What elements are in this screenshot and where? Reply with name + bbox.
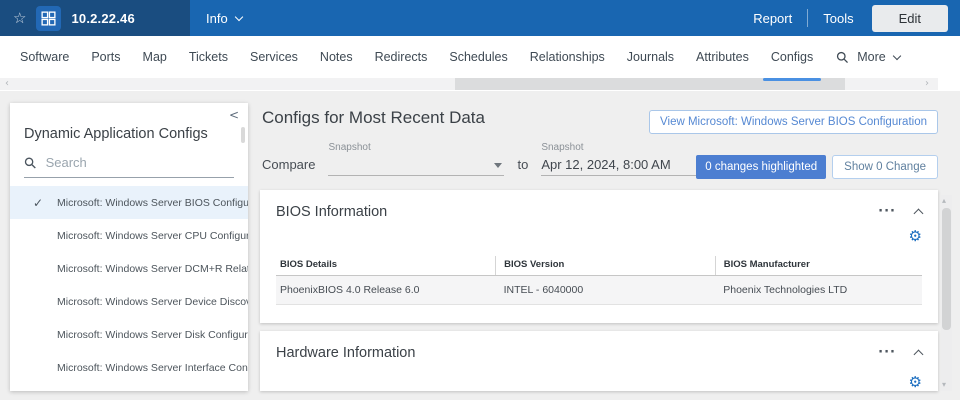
snapshot-from-field-label: Snapshot [328,142,371,153]
config-list: ✓ Microsoft: Windows Server BIOS Configu… [10,186,248,391]
sidebar-title: Dynamic Application Configs [24,126,208,142]
column-header: BIOS Manufacturer [714,256,922,276]
windows-logo-icon [36,5,62,31]
sidebar-item-label: Microsoft: Windows Server DCM+R Relati [57,262,248,275]
snapshot-to-value: Apr 12, 2024, 8:00 AM [541,157,671,172]
check-icon: ✓ [33,195,44,210]
tab-configs[interactable]: Configs [760,36,824,81]
sidebar-item-interface-configuration[interactable]: Microsoft: Windows Server Interface Conf [10,351,248,384]
tab-redirects[interactable]: Redirects [364,36,439,78]
page-title: Configs for Most Recent Data [262,108,485,127]
sidebar-item-device-discovery[interactable]: Microsoft: Windows Server Device Discove [10,285,248,318]
favorite-star-icon[interactable]: ☆ [13,10,26,26]
sidebar-item-label: Microsoft: Windows Server BIOS Configur [57,196,248,209]
tab-relationships[interactable]: Relationships [519,36,616,78]
device-ip: 10.2.22.46 [71,10,135,26]
collapse-up-icon[interactable] [913,349,924,360]
dynamic-app-configs-panel: < Dynamic Application Configs ✓ Microsof… [10,103,248,391]
tab-attributes[interactable]: Attributes [685,36,760,78]
top-bar-actions: Info Report Tools Edit [190,0,960,36]
scroll-right-icon[interactable]: › [925,78,929,90]
more-label: More [857,50,886,64]
bios-details-cell: PhoenixBIOS 4.0 Release 6.0 [276,275,496,305]
more-dropdown[interactable]: More [826,50,909,64]
snapshot-to-field-label: Snapshot [541,142,584,153]
dropdown-caret-icon [494,163,503,168]
column-header: BIOS Details [276,256,496,276]
hardware-information-panel: Hardware Information ··· ⚙ [260,331,938,391]
v-scrollbar-thumb[interactable] [942,208,951,330]
table-header-row: BIOS Details BIOS Version BIOS Manufactu… [276,256,922,276]
panel-header: BIOS Information ··· [260,190,938,226]
collapse-up-icon[interactable] [913,208,924,219]
bios-version-cell: INTEL - 6040000 [495,275,716,305]
tab-notes[interactable]: Notes [309,36,364,78]
report-button[interactable]: Report [753,11,792,26]
table-row: PhoenixBIOS 4.0 Release 6.0 INTEL - 6040… [276,275,922,305]
chevron-down-icon [234,12,243,21]
scroll-up-icon[interactable]: ▴ [942,196,946,206]
sidebar-item-disk-configuration[interactable]: Microsoft: Windows Server Disk Configura [10,318,248,351]
compare-controls: Compare Snapshot to Snapshot Apr 12, 202… [262,142,718,176]
tab-services[interactable]: Services [239,36,309,78]
settings-gear-icon[interactable]: ⚙ [909,375,922,390]
top-bar: ☆ 10.2.22.46 Info Report Tools Edit [0,0,960,36]
sidebar-item-label: Microsoft: Windows Server Device Discove [57,295,248,308]
tab-schedules[interactable]: Schedules [438,36,518,78]
more-options-icon[interactable]: ··· [878,346,896,359]
collapse-panel-icon[interactable]: < [229,108,239,122]
device-header: ☆ 10.2.22.46 [0,0,190,36]
settings-gear-icon[interactable]: ⚙ [909,229,922,244]
bios-information-panel: BIOS Information ··· ⚙ BIOS Details BIOS… [260,190,938,323]
info-dropdown[interactable]: Info [206,10,243,26]
to-label: to [517,157,529,172]
panel-header: Hardware Information ··· [260,331,938,367]
content-area: < Dynamic Application Configs ✓ Microsof… [0,91,960,400]
tab-software[interactable]: Software [9,36,80,78]
sidebar-item-dcm-r-relationships[interactable]: Microsoft: Windows Server DCM+R Relati [10,252,248,285]
show-change-button[interactable]: Show 0 Change [832,155,938,179]
column-header: BIOS Version [495,256,716,276]
changes-controls: 0 changes highlighted Show 0 Change [696,155,938,179]
sidebar-item-bios-configuration[interactable]: ✓ Microsoft: Windows Server BIOS Configu… [10,186,248,219]
main-scrollbar: ▴ ▾ [941,195,952,391]
panel-title: BIOS Information [276,204,388,220]
scroll-down-icon[interactable]: ▾ [942,380,946,390]
tab-journals[interactable]: Journals [616,36,685,78]
tools-button[interactable]: Tools [823,11,853,26]
tab-map[interactable]: Map [132,36,178,78]
chevron-down-icon [892,51,901,60]
search-input[interactable] [45,155,234,170]
view-configuration-button[interactable]: View Microsoft: Windows Server BIOS Conf… [649,110,938,134]
sidebar-item-label: Microsoft: Windows Server Interface Conf [57,361,248,374]
tab-tickets[interactable]: Tickets [178,36,239,78]
tab-ports[interactable]: Ports [80,36,131,78]
panel-title: Hardware Information [276,345,416,361]
sidebar-item-label: Microsoft: Windows Server Disk Configura [57,328,248,341]
device-tabs: Software Ports Map Tickets Services Note… [0,36,960,81]
sidebar-item-memory-configuration[interactable]: Microsoft: Windows Server Memory Confi [10,384,248,391]
more-options-icon[interactable]: ··· [878,205,896,218]
compare-label: Compare [262,157,316,172]
search-icon [24,157,36,168]
scroll-left-icon[interactable]: ‹ [5,78,9,90]
changes-highlighted-badge: 0 changes highlighted [696,155,827,179]
sidebar-search [24,155,234,178]
info-label: Info [206,10,228,26]
snapshot-to-dropdown[interactable]: Snapshot Apr 12, 2024, 8:00 AM [541,142,718,176]
divider [807,9,809,27]
sidebar-scrollbar-thumb[interactable] [241,127,245,143]
bios-manufacturer-cell: Phoenix Technologies LTD [715,275,922,305]
sidebar-item-cpu-configuration[interactable]: Microsoft: Windows Server CPU Configura [10,219,248,252]
edit-button[interactable]: Edit [871,4,948,32]
configs-main: Configs for Most Recent Data View Micros… [260,91,938,400]
search-icon [837,51,849,63]
snapshot-from-dropdown[interactable]: Snapshot [328,142,505,176]
sidebar-item-label: Microsoft: Windows Server CPU Configura [57,229,248,242]
bios-table: BIOS Details BIOS Version BIOS Manufactu… [276,256,922,305]
